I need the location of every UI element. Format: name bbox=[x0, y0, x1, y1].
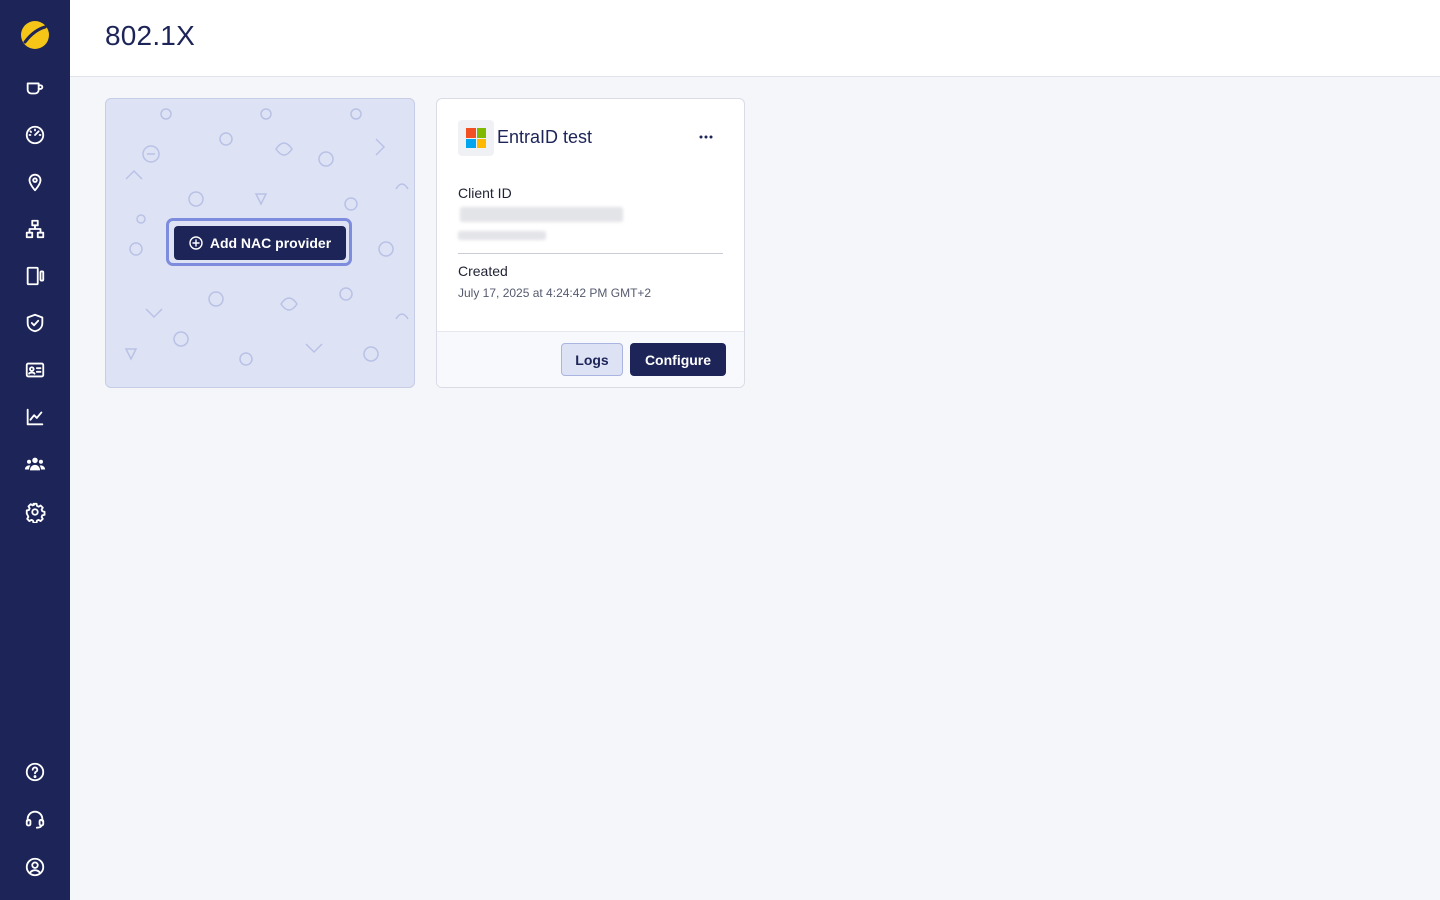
users-group-icon[interactable] bbox=[17, 446, 53, 482]
user-account-icon[interactable] bbox=[17, 849, 53, 885]
app-logo[interactable] bbox=[20, 20, 50, 50]
analytics-chart-icon[interactable] bbox=[17, 399, 53, 435]
provider-logo bbox=[458, 120, 494, 156]
created-label: Created bbox=[458, 263, 508, 279]
add-nac-provider-label: Add NAC provider bbox=[209, 235, 332, 251]
configure-button[interactable]: Configure bbox=[630, 343, 726, 376]
page-title: 802.1X bbox=[105, 20, 195, 51]
provider-name: EntraID test bbox=[497, 127, 593, 147]
add-provider-card: Add NAC provider bbox=[105, 98, 415, 388]
settings-gear-icon[interactable] bbox=[17, 494, 53, 530]
divider bbox=[458, 253, 723, 254]
client-id-label: Client ID bbox=[458, 185, 512, 201]
provider-card: EntraID test Client ID Created July 17, … bbox=[436, 98, 745, 388]
created-value: July 17, 2025 at 4:24:42 PM GMT+2 bbox=[458, 286, 652, 300]
card-footer: Logs Configure bbox=[437, 331, 744, 387]
network-topology-icon[interactable] bbox=[17, 211, 53, 247]
location-pin-icon[interactable] bbox=[17, 164, 53, 200]
microsoft-logo-icon bbox=[466, 128, 486, 148]
id-card-icon[interactable] bbox=[17, 352, 53, 388]
headset-support-icon[interactable] bbox=[17, 801, 53, 837]
shield-check-icon[interactable] bbox=[17, 305, 53, 341]
devices-icon[interactable] bbox=[17, 258, 53, 294]
coffee-cup-icon[interactable] bbox=[17, 70, 53, 106]
client-id-redacted-secondary bbox=[458, 231, 546, 240]
plus-circle-icon bbox=[189, 236, 203, 250]
dashboard-gauge-icon[interactable] bbox=[17, 117, 53, 153]
add-nac-provider-button[interactable]: Add NAC provider bbox=[174, 226, 346, 260]
logs-button[interactable]: Logs bbox=[561, 343, 623, 376]
client-id-redacted bbox=[460, 207, 623, 222]
sidebar bbox=[0, 0, 70, 900]
page-header: 802.1X bbox=[70, 0, 1440, 77]
more-options-icon[interactable] bbox=[695, 127, 717, 147]
help-circle-icon[interactable] bbox=[17, 754, 53, 790]
